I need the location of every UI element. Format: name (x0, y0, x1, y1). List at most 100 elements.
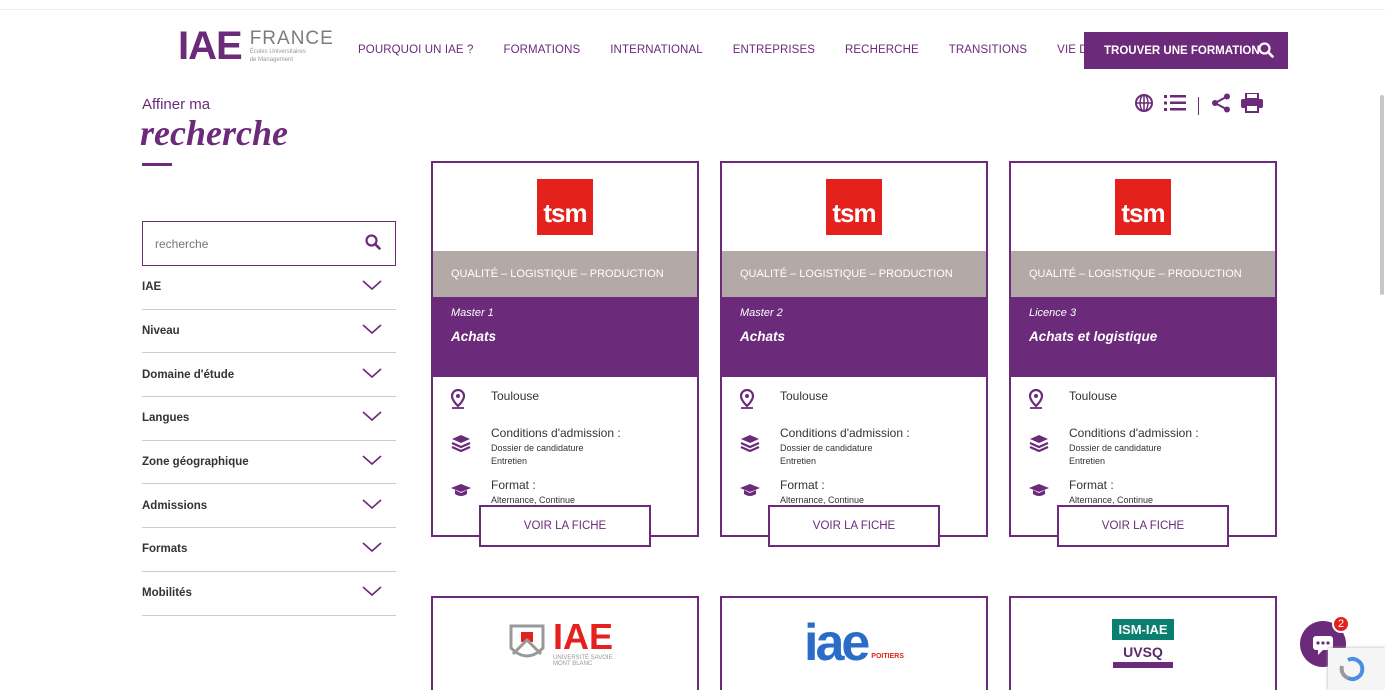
nav-transitions[interactable]: TRANSITIONS (949, 44, 1027, 56)
list-view-icon[interactable] (1164, 94, 1186, 117)
share-icon[interactable] (1211, 93, 1231, 118)
card-admission-title: Conditions d'admission : (1069, 426, 1199, 440)
find-formation-label: TROUVER UNE FORMATION (1104, 44, 1260, 57)
main-nav: POURQUOI UN IAE ? FORMATIONS INTERNATION… (358, 44, 1177, 56)
card-format-value: Alternance, Continue (1069, 495, 1154, 505)
card-admission-2: Entretien (491, 456, 528, 466)
card-logo-area: iae POITIERS (722, 598, 986, 688)
card-admission-2: Entretien (780, 456, 817, 466)
logo-subtitle-1: Écoles Universitaires (249, 48, 306, 55)
card-city: Toulouse (1069, 389, 1118, 403)
nav-international[interactable]: INTERNATIONAL (610, 44, 702, 56)
bottom-logo-sub: UNIVERSITÉ SAVOIE MONT BLANC (553, 655, 613, 667)
card-format-value: Alternance, Continue (491, 495, 576, 505)
filter-label: Admissions (142, 499, 208, 512)
filter-admissions[interactable]: Admissions (142, 484, 396, 529)
formation-card: tsm QUALITÉ – LOGISTIQUE – PRODUCTION Ma… (431, 161, 699, 547)
filter-zone[interactable]: Zone géographique (142, 441, 396, 485)
card-admission-1: Dossier de candidature (780, 443, 873, 453)
filter-list: IAE Niveau Domaine d'étude Langues Zone … (142, 266, 396, 616)
formation-card: iae POITIERS (720, 596, 988, 690)
chevron-down-icon (362, 453, 382, 471)
filter-label: IAE (142, 281, 162, 294)
find-formation-button[interactable]: TROUVER UNE FORMATION (1084, 32, 1288, 69)
map-view-icon[interactable] (1134, 93, 1154, 118)
card-city: Toulouse (780, 389, 829, 403)
card-admission-title: Conditions d'admission : (780, 426, 910, 440)
location-pin-icon (739, 388, 780, 414)
bottom-logo-sub: UVSQ (1123, 643, 1163, 660)
site-logo[interactable]: IAE FRANCE Écoles Universitaires de Mana… (178, 26, 334, 66)
card-logo-area: tsm (1011, 163, 1275, 251)
chevron-down-icon (362, 366, 382, 384)
scrollbar[interactable] (1380, 95, 1384, 295)
books-stack-icon (451, 426, 491, 457)
filter-mobilites[interactable]: Mobilités (142, 572, 396, 616)
filter-label: Niveau (142, 325, 180, 338)
card-domain: QUALITÉ – LOGISTIQUE – PRODUCTION (722, 251, 986, 297)
bottom-logo-sub: POITIERS (871, 653, 904, 661)
books-stack-icon (1029, 426, 1069, 457)
print-icon[interactable] (1241, 92, 1263, 118)
chevron-down-icon (362, 497, 382, 515)
card-info: Toulouse Conditions d'admission : Dossier… (433, 377, 697, 547)
card-city: Toulouse (491, 389, 540, 403)
filter-label: Langues (142, 412, 190, 425)
card-format-title: Format : (780, 478, 825, 492)
card-title: Achats (740, 329, 786, 344)
filter-label: Domaine d'étude (142, 368, 235, 381)
card-diploma: Licence 3 Achats et logistique (1011, 297, 1275, 377)
card-logo-area: IAE UNIVERSITÉ SAVOIE MONT BLANC (433, 598, 697, 688)
title-underline (142, 163, 172, 166)
refine-title: recherche (140, 113, 288, 153)
filter-label: Mobilités (142, 587, 192, 600)
filter-niveau[interactable]: Niveau (142, 310, 396, 354)
card-diploma: Master 1 Achats (433, 297, 697, 377)
card-format-title: Format : (1069, 478, 1114, 492)
savoie-shield-icon (509, 624, 545, 658)
recaptcha-badge[interactable] (1328, 648, 1385, 690)
tsm-logo: tsm (826, 179, 882, 235)
toolbar-divider (1198, 96, 1199, 115)
logo-brand-text: IAE (178, 24, 243, 68)
location-pin-icon (1028, 388, 1069, 414)
chat-badge: 2 (1332, 615, 1350, 633)
location-pin-icon (450, 388, 491, 414)
card-admission-2: Entretien (1069, 456, 1106, 466)
chevron-down-icon (362, 409, 382, 427)
card-domain: QUALITÉ – LOGISTIQUE – PRODUCTION (1011, 251, 1275, 297)
card-title: Achats et logistique (1029, 329, 1158, 344)
filter-formats[interactable]: Formats (142, 528, 396, 572)
sidebar-search (142, 221, 396, 266)
formation-card: IAE UNIVERSITÉ SAVOIE MONT BLANC (431, 596, 699, 690)
top-border (0, 0, 1385, 10)
nav-formations[interactable]: FORMATIONS (503, 44, 580, 56)
graduation-cap-icon (1029, 478, 1069, 503)
filter-langues[interactable]: Langues (142, 397, 396, 441)
filter-label: Formats (142, 543, 188, 556)
sidebar-search-input[interactable] (155, 236, 355, 251)
search-icon[interactable] (365, 234, 381, 255)
formation-card: tsm QUALITÉ – LOGISTIQUE – PRODUCTION Ma… (720, 161, 988, 547)
card-level: Master 2 (740, 307, 783, 319)
filter-iae[interactable]: IAE (142, 266, 396, 310)
card-level: Master 1 (451, 307, 494, 319)
card-admission-1: Dossier de candidature (491, 443, 584, 453)
logo-country: FRANCE (249, 27, 334, 49)
voir-fiche-button[interactable]: VOIR LA FICHE (479, 505, 651, 547)
logo-stripe (1113, 661, 1173, 668)
card-admission-title: Conditions d'admission : (491, 426, 621, 440)
graduation-cap-icon (451, 478, 491, 503)
nav-entreprises[interactable]: ENTREPRISES (733, 44, 815, 56)
nav-pourquoi[interactable]: POURQUOI UN IAE ? (358, 44, 473, 56)
voir-fiche-button[interactable]: VOIR LA FICHE (1057, 505, 1229, 547)
chevron-down-icon (362, 322, 382, 340)
card-logo-area: tsm (722, 163, 986, 251)
formation-card: tsm QUALITÉ – LOGISTIQUE – PRODUCTION Li… (1009, 161, 1277, 547)
card-logo-area: ISM-IAE UVSQ (1011, 598, 1275, 688)
recaptcha-icon (1339, 657, 1365, 681)
voir-fiche-button[interactable]: VOIR LA FICHE (768, 505, 940, 547)
filter-domaine[interactable]: Domaine d'étude (142, 353, 396, 398)
card-info: Toulouse Conditions d'admission : Dossier… (722, 377, 986, 547)
nav-recherche[interactable]: RECHERCHE (845, 44, 919, 56)
